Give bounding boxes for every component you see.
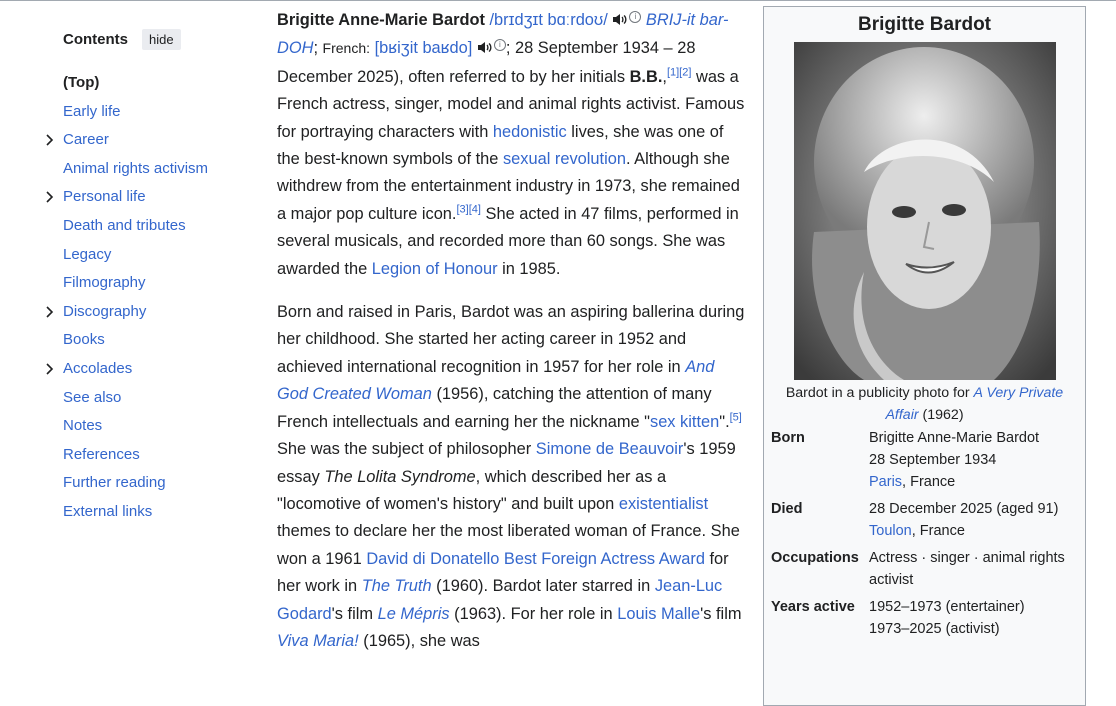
toc-item-label: Books: [63, 331, 105, 349]
le-mepris-link[interactable]: Le Mépris: [378, 605, 450, 623]
toc-item-label: Personal life: [63, 188, 146, 206]
infobox-row-occupations: Occupations Actress · singer · animal ri…: [771, 550, 1065, 588]
subject-name: Brigitte Anne-Marie Bardot: [277, 11, 485, 29]
table-of-contents: Contents hide (Top) Early life Career Anima…: [46, 28, 253, 527]
info-icon-french[interactable]: i: [493, 38, 506, 51]
toc-item-label: Accolades: [63, 359, 133, 377]
toc-item-label: Further reading: [63, 474, 166, 492]
chevron-right-icon[interactable]: [44, 183, 56, 211]
toc-item-label: References: [63, 445, 140, 463]
toc-item-references[interactable]: References: [63, 441, 253, 470]
legion-of-honour-link[interactable]: Legion of Honour: [372, 260, 498, 278]
toc-item-discography[interactable]: Discography: [46, 298, 253, 327]
toc-item-death-and-tributes[interactable]: Death and tributes: [63, 212, 253, 241]
speaker-icon-french[interactable]: [477, 36, 494, 63]
lead-text: (1960). Bardot later starred in: [436, 577, 651, 596]
toc-item-label: Notes: [63, 417, 103, 435]
infobox-table: Born Brigitte Anne-Marie Bardot 28 Septe…: [771, 427, 1081, 645]
sex-kitten-link[interactable]: sex kitten: [650, 413, 719, 431]
chevron-right-icon[interactable]: [44, 355, 56, 383]
lead-paragraph-1: Brigitte Anne-Marie Bardot /brɪdʒɪt bɑːr…: [277, 7, 749, 283]
toc-item-filmography[interactable]: Filmography: [63, 269, 253, 298]
infobox-row-years-active: Years active 1952–1973 (entertainer) 197…: [771, 599, 1025, 637]
toc-item-label: Career: [63, 131, 109, 149]
portrait-image-icon: [793, 42, 1056, 380]
toc-item-label: Filmography: [63, 274, 146, 292]
initials: B.B.: [629, 67, 663, 86]
chevron-right-icon[interactable]: [44, 126, 56, 154]
toc-item-accolades[interactable]: Accolades: [46, 355, 253, 384]
top-border: [0, 0, 1116, 1]
reference-3-4[interactable]: [3][4]: [456, 203, 480, 215]
photo-caption: Bardot in a publicity photo for A Very P…: [785, 385, 1064, 423]
toc-item-label: Early life: [63, 102, 121, 120]
info-icon[interactable]: i: [629, 10, 642, 23]
toc-item-books[interactable]: Books: [63, 326, 253, 355]
toc-hide-button[interactable]: hide: [142, 28, 181, 50]
portrait-photo[interactable]: [793, 42, 1056, 380]
toc-item-label: External links: [63, 502, 153, 520]
toc-item-top[interactable]: (Top): [63, 69, 253, 98]
toc-item-notes[interactable]: Notes: [63, 412, 253, 441]
toc-item-early-life[interactable]: Early life: [63, 98, 253, 127]
reference-1-2[interactable]: [1][2]: [667, 66, 691, 78]
existentialist-link[interactable]: existentialist: [619, 495, 708, 513]
lead-text: in 1985.: [502, 259, 561, 278]
simone-de-beauvoir-link[interactable]: Simone de Beauvoir: [536, 440, 684, 458]
lead-text: (1965), she was: [363, 631, 480, 650]
toc-item-label: (Top): [63, 74, 100, 91]
ipa-pronunciation-link[interactable]: /brɪdʒɪt bɑːrdoʊ/: [490, 11, 608, 29]
toc-item-see-also[interactable]: See also: [63, 384, 253, 413]
lead-text: 's film: [700, 604, 742, 623]
toc-item-career[interactable]: Career: [46, 126, 253, 155]
reference-5[interactable]: [5]: [730, 411, 742, 423]
toc-item-external-links[interactable]: External links: [63, 498, 253, 527]
lead-text: She was the subject of philosopher: [277, 440, 532, 459]
paris-link[interactable]: Paris: [869, 474, 902, 490]
infobox: Brigitte Bardot Bardot in a publicity ph…: [763, 6, 1086, 706]
sexual-revolution-link[interactable]: sexual revolution: [503, 150, 626, 168]
french-label: French:: [322, 40, 371, 57]
french-ipa-link[interactable]: [bʁiʒit baʁdo]: [375, 39, 473, 57]
the-truth-link[interactable]: The Truth: [362, 577, 432, 595]
toc-item-label: Discography: [63, 302, 147, 320]
lead-text: (1963). For her role in: [454, 604, 613, 623]
lead-text: ".: [719, 412, 730, 431]
toc-item-label: See also: [63, 388, 122, 406]
lead-text: 's film: [331, 604, 374, 623]
chevron-right-icon[interactable]: [44, 298, 56, 326]
infobox-row-born: Born Brigitte Anne-Marie Bardot 28 Septe…: [771, 430, 1040, 490]
toulon-link[interactable]: Toulon: [869, 523, 912, 539]
infobox-title: Brigitte Bardot: [858, 14, 991, 35]
david-di-donatello-link[interactable]: David di Donatello Best Foreign Actress …: [366, 550, 705, 568]
lead-paragraph-2: Born and raised in Paris, Bardot was an …: [277, 299, 749, 655]
lead-text: Born and raised in Paris, Bardot was an …: [277, 303, 745, 376]
infobox-row-died: Died 28 December 2025 (aged 91) Toulon, …: [771, 501, 1059, 539]
toc-item-personal-life[interactable]: Personal life: [46, 183, 253, 212]
toc-list: (Top) Early life Career Animal rights activ…: [46, 69, 253, 527]
toc-title: Contents: [63, 30, 128, 48]
toc-item-label: Animal rights activism: [63, 159, 209, 177]
louis-malle-link[interactable]: Louis Malle: [617, 605, 700, 623]
article-body: Brigitte Anne-Marie Bardot /brɪdʒɪt bɑːr…: [277, 7, 749, 671]
toc-item-label: Legacy: [63, 245, 112, 263]
hedonistic-link[interactable]: hedonistic: [493, 123, 567, 141]
lolita-syndrome-title: The Lolita Syndrome: [324, 467, 476, 486]
viva-maria-link[interactable]: Viva Maria!: [277, 632, 359, 650]
toc-header: Contents hide: [63, 28, 253, 50]
toc-item-further-reading[interactable]: Further reading: [63, 469, 253, 498]
toc-item-label: Death and tributes: [63, 216, 186, 234]
toc-item-legacy[interactable]: Legacy: [63, 241, 253, 270]
speaker-icon[interactable]: [612, 8, 629, 35]
toc-item-animal-rights-activism[interactable]: Animal rights activism: [63, 155, 253, 184]
